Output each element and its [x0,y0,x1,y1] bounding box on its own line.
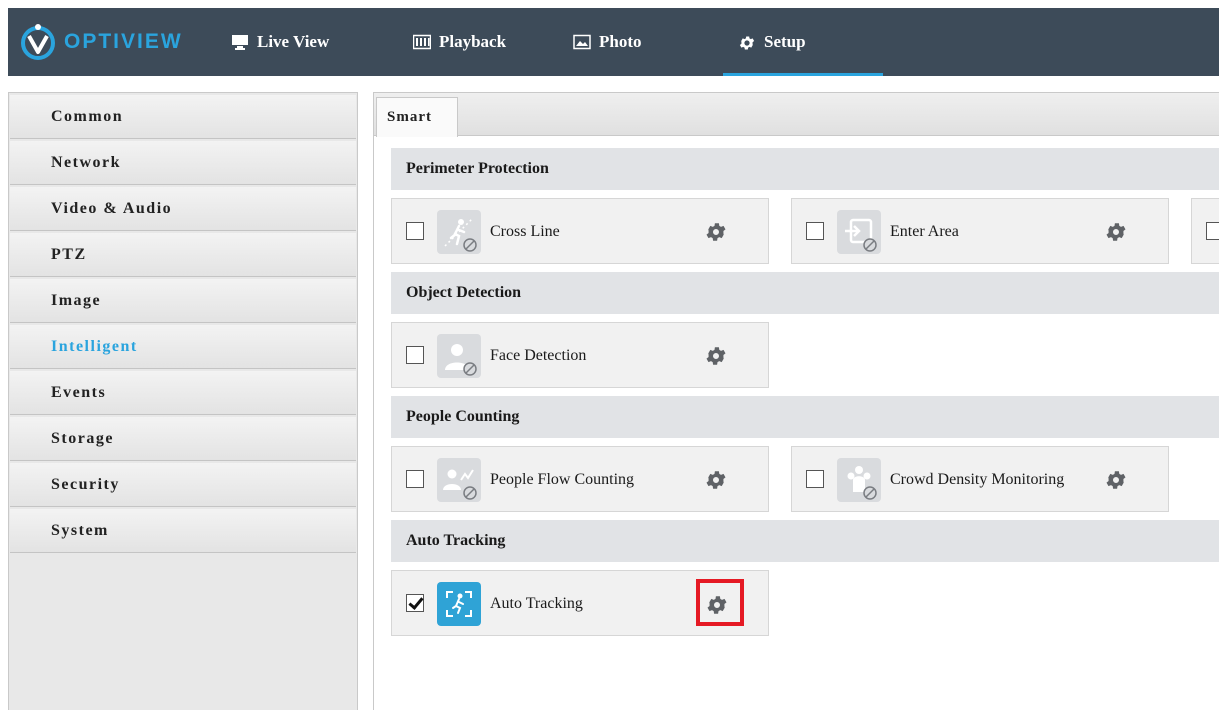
sidebar-item-system[interactable]: System [10,509,356,553]
crowd-density-icon [837,458,881,502]
auto-tracking-checkbox[interactable] [406,594,424,612]
sidebar-item-common[interactable]: Common [10,95,356,139]
settings-sidebar: Common Network Video & Audio PTZ Image I… [8,92,358,710]
sidebar-item-ptz[interactable]: PTZ [10,233,356,277]
face-detection-icon [437,334,481,378]
sidebar-item-video-audio[interactable]: Video & Audio [10,187,356,231]
sidebar-item-security[interactable]: Security [10,463,356,507]
partial-function-checkbox[interactable] [1206,222,1219,240]
face-detection-checkbox[interactable] [406,346,424,364]
nav-playback-label: Playback [439,32,507,51]
top-navigation-bar: OPTIVIEW Live View Playback Photo Setup [8,8,1219,76]
cross-line-checkbox[interactable] [406,222,424,240]
nav-setup-label: Setup [764,32,806,51]
enter-area-settings-gear-icon[interactable] [1104,220,1128,244]
auto-tracking-icon [437,582,481,626]
people-flow-counting-label: People Flow Counting [490,471,635,488]
tab-bar: Smart [374,92,1219,137]
sidebar-item-intelligent[interactable]: Intelligent [10,325,356,369]
logo-mark-icon [18,22,58,62]
people-flow-counting-checkbox[interactable] [406,470,424,488]
sidebar-item-storage[interactable]: Storage [10,417,356,461]
sidebar-item-network[interactable]: Network [10,141,356,185]
enter-area-checkbox[interactable] [806,222,824,240]
people-flow-counting-settings-gear-icon[interactable] [704,468,728,492]
cross-line-settings-gear-icon[interactable] [704,220,728,244]
crowd-density-monitoring-settings-gear-icon[interactable] [1104,468,1128,492]
tab-smart[interactable]: Smart [376,97,458,137]
auto-tracking-label: Auto Tracking [490,595,583,612]
enter-area-icon [837,210,881,254]
nav-photo-label: Photo [599,32,642,51]
nav-setup[interactable]: Setup [723,8,883,76]
cross-line-icon [437,210,481,254]
cross-line-label: Cross Line [490,223,560,240]
function-card-people-flow-counting: People Flow Counting [391,446,769,512]
crowd-density-monitoring-label: Crowd Density Monitoring [890,471,1065,488]
highlight-box [696,579,744,626]
nav-photo[interactable]: Photo [573,8,642,76]
crowd-density-monitoring-checkbox[interactable] [806,470,824,488]
function-card-crowd-density-monitoring: Crowd Density Monitoring [791,446,1169,512]
enter-area-label: Enter Area [890,223,959,240]
photo-icon [573,34,591,50]
section-header-auto-tracking: Auto Tracking [391,520,1219,562]
face-detection-settings-gear-icon[interactable] [704,344,728,368]
logo-text: OPTIVIEW [64,30,183,53]
sidebar-item-image[interactable]: Image [10,279,356,323]
function-card-partial [1191,198,1219,264]
section-header-perimeter-protection: Perimeter Protection [391,148,1219,190]
gear-icon [738,34,756,50]
section-header-object-detection: Object Detection [391,272,1219,314]
monitor-icon [231,34,249,50]
function-card-enter-area: Enter Area [791,198,1169,264]
nav-live-view[interactable]: Live View [231,8,329,76]
function-card-face-detection: Face Detection [391,322,769,388]
function-card-cross-line: Cross Line [391,198,769,264]
sidebar-item-events[interactable]: Events [10,371,356,415]
film-icon [412,34,432,50]
people-flow-icon [437,458,481,502]
nav-live-view-label: Live View [257,32,330,51]
section-header-people-counting: People Counting [391,396,1219,438]
optiview-logo: OPTIVIEW [18,16,183,68]
nav-playback[interactable]: Playback [412,8,507,76]
face-detection-label: Face Detection [490,347,587,364]
